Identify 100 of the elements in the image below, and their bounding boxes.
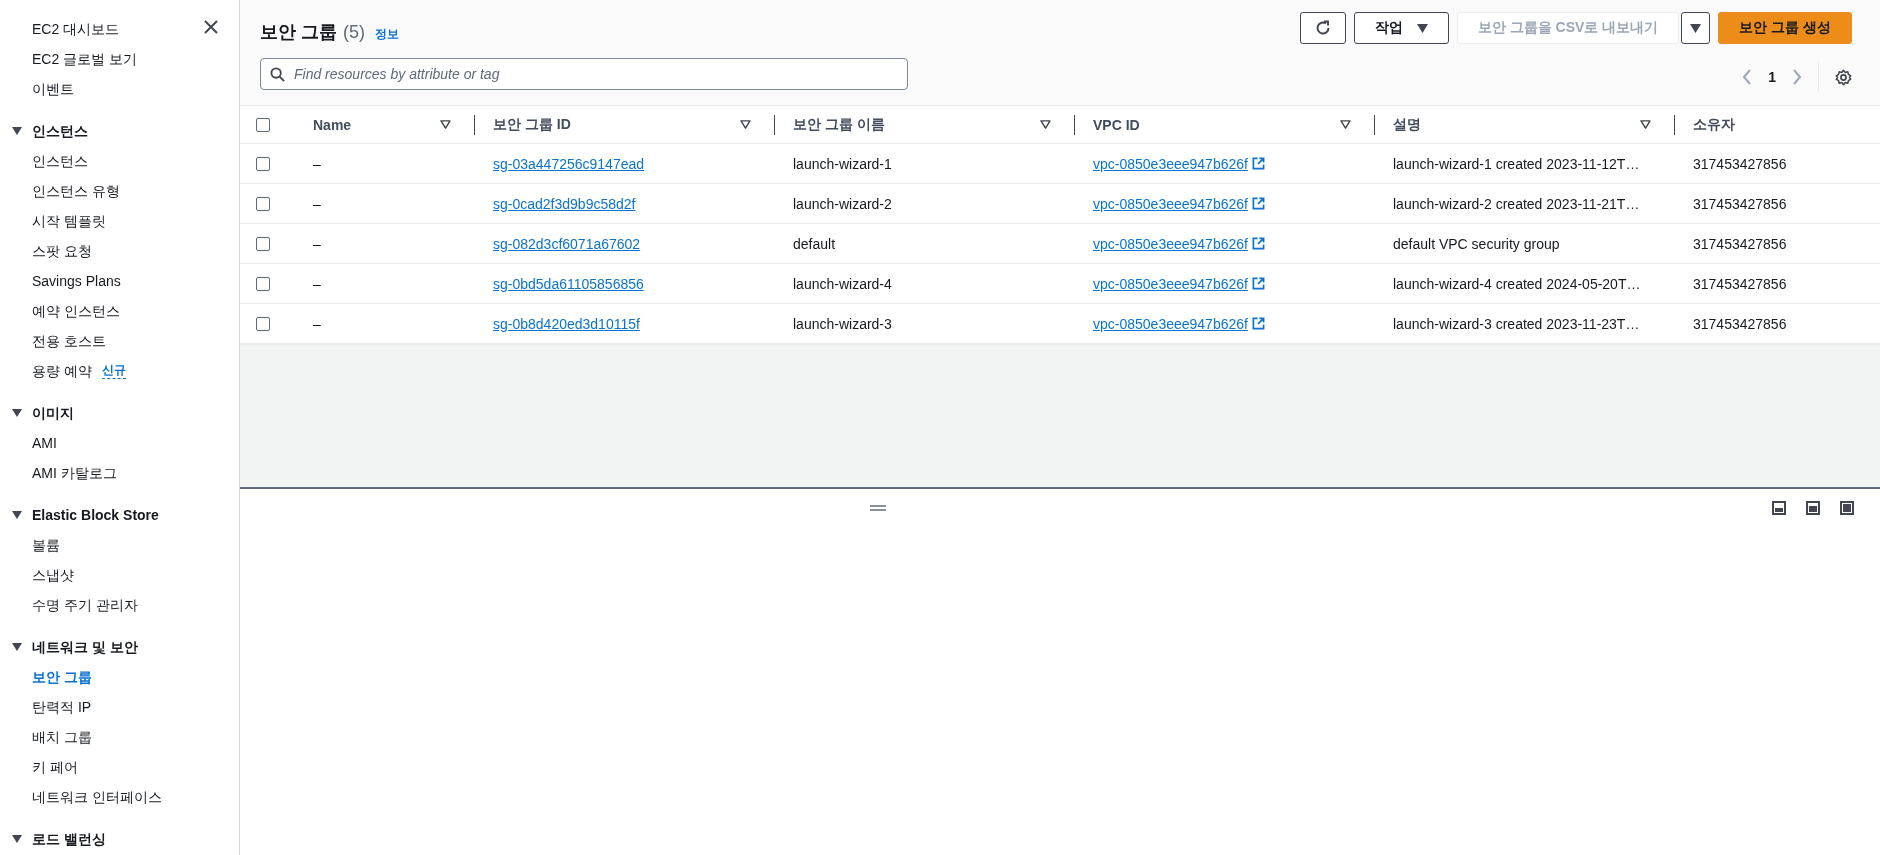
security-group-link[interactable]: sg-0bd5da61105856856	[493, 275, 644, 292]
nav-link[interactable]: 시작 템플릿	[32, 206, 106, 236]
table-cell: –	[313, 275, 321, 292]
search-field[interactable]: Find resources by attribute or tag	[260, 58, 908, 90]
security-group-link[interactable]: sg-03a447256c9147ead	[493, 155, 645, 172]
security-group-link[interactable]: sg-0b8d420ed3d10115f	[493, 315, 640, 332]
nav-section-toggle[interactable]: 로드 밸런싱	[12, 824, 239, 854]
external-link-icon[interactable]	[1251, 277, 1265, 290]
nav-link[interactable]: 전용 호스트	[32, 326, 106, 356]
split-full-icon[interactable]	[1840, 501, 1854, 515]
nav-link[interactable]: Savings Plans	[32, 266, 121, 296]
table-cell: default	[793, 235, 836, 252]
close-icon[interactable]	[203, 19, 219, 35]
nav-link[interactable]: AMI	[32, 428, 57, 458]
nav-link[interactable]: 스냅샷	[32, 560, 74, 590]
table-cell: launch-wizard-1	[793, 155, 892, 172]
row-checkbox[interactable]	[256, 236, 270, 251]
nav-link[interactable]: 키 페어	[32, 752, 78, 782]
caret-icon	[12, 643, 22, 651]
actions-dropdown[interactable]: 작업	[1353, 12, 1449, 44]
nav-link[interactable]: 네트워크 인터페이스	[32, 782, 162, 812]
row-checkbox[interactable]	[256, 196, 270, 211]
external-link-icon[interactable]	[1251, 157, 1265, 170]
nav-link[interactable]: 용량 예약	[32, 356, 92, 386]
split-bottom-icon[interactable]	[1772, 501, 1786, 515]
caret-icon	[12, 511, 22, 519]
caret-icon	[1690, 23, 1702, 33]
column-header[interactable]: 소유자	[1693, 115, 1862, 134]
refresh-button[interactable]	[1299, 12, 1346, 44]
table-cell: –	[313, 315, 321, 332]
sort-icon[interactable]	[1340, 120, 1351, 129]
column-header[interactable]: 보안 그룹 이름	[793, 115, 1040, 134]
external-link-icon[interactable]	[1251, 317, 1265, 330]
table-cell: 317453427856	[1693, 155, 1787, 172]
row-checkbox[interactable]	[256, 316, 270, 331]
table-cell: launch-wizard-1 created 2023-11-12T…	[1393, 155, 1640, 172]
security-group-link[interactable]: sg-0cad2f3d9b9c58d2f	[493, 195, 636, 212]
drag-handle-icon[interactable]	[870, 505, 886, 511]
nav-section-toggle[interactable]: 네트워크 및 보안	[12, 632, 239, 662]
table-cell: launch-wizard-4	[793, 275, 892, 292]
column-header[interactable]: VPC ID	[1093, 116, 1340, 133]
vpc-link[interactable]: vpc-0850e3eee947b626f	[1093, 195, 1248, 212]
vpc-link[interactable]: vpc-0850e3eee947b626f	[1093, 155, 1248, 172]
table-cell: default VPC security group	[1393, 235, 1560, 252]
nav-link[interactable]: 탄력적 IP	[32, 692, 92, 722]
table-cell: 317453427856	[1693, 195, 1787, 212]
sort-icon[interactable]	[1640, 120, 1651, 129]
table-cell: –	[313, 155, 321, 172]
nav-link[interactable]: 보안 그룹	[32, 662, 92, 692]
refresh-icon	[1314, 20, 1331, 36]
row-checkbox[interactable]	[256, 276, 270, 291]
nav-link[interactable]: 스팟 요청	[32, 236, 92, 266]
table-cell: 317453427856	[1693, 275, 1787, 292]
column-header[interactable]: 보안 그룹 ID	[493, 115, 740, 134]
sort-icon[interactable]	[740, 120, 751, 129]
external-link-icon[interactable]	[1251, 197, 1265, 210]
security-group-link[interactable]: sg-082d3cf6071a67602	[493, 235, 641, 252]
page-title: 보안 그룹	[260, 21, 337, 44]
external-link-icon[interactable]	[1251, 237, 1265, 250]
caret-icon	[12, 835, 22, 843]
nav-link[interactable]: AMI 카탈로그	[32, 458, 117, 488]
column-header[interactable]: Name	[313, 116, 440, 133]
nav-link[interactable]: 이벤트	[32, 74, 137, 104]
table-cell: launch-wizard-3	[793, 315, 892, 332]
sort-icon[interactable]	[440, 120, 451, 129]
nav-link[interactable]: 배치 그룹	[32, 722, 92, 752]
table-cell: 317453427856	[1693, 235, 1787, 252]
item-count: (5)	[343, 22, 365, 43]
nav-link[interactable]: 인스턴스	[32, 146, 88, 176]
vpc-link[interactable]: vpc-0850e3eee947b626f	[1093, 315, 1248, 332]
table-cell: launch-wizard-2	[793, 195, 892, 212]
caret-icon	[12, 127, 22, 135]
caret-icon	[12, 409, 22, 417]
nav-link[interactable]: 예약 인스턴스	[32, 296, 120, 326]
table-cell: launch-wizard-3 created 2023-11-23T…	[1393, 315, 1640, 332]
create-button[interactable]: 보안 그룹 생성	[1718, 12, 1852, 44]
split-side-icon[interactable]	[1806, 501, 1820, 515]
sort-icon[interactable]	[1040, 120, 1051, 129]
table-cell: –	[313, 195, 321, 212]
nav-link[interactable]: EC2 대시보드	[32, 14, 137, 44]
nav-link[interactable]: EC2 글로벌 보기	[32, 44, 137, 74]
new-label[interactable]: 신규	[101, 363, 126, 379]
nav-section-toggle[interactable]: 이미지	[12, 398, 239, 428]
vpc-link[interactable]: vpc-0850e3eee947b626f	[1093, 235, 1248, 252]
nav-section-toggle[interactable]: Elastic Block Store	[12, 500, 239, 530]
table-cell: launch-wizard-2 created 2023-11-21T…	[1393, 195, 1640, 212]
table-cell: 317453427856	[1693, 315, 1787, 332]
row-checkbox[interactable]	[256, 156, 270, 171]
nav-link[interactable]: 수명 주기 관리자	[32, 590, 138, 620]
caret-icon	[1416, 23, 1428, 33]
settings-icon[interactable]	[1835, 68, 1852, 86]
column-header[interactable]: 설명	[1393, 115, 1640, 134]
vpc-link[interactable]: vpc-0850e3eee947b626f	[1093, 275, 1248, 292]
nav-link[interactable]: 인스턴스 유형	[32, 176, 120, 206]
select-all-checkbox[interactable]	[256, 117, 270, 132]
dropdown-button[interactable]	[1681, 12, 1711, 44]
nav-section-toggle[interactable]: 인스턴스	[12, 116, 239, 146]
page-number[interactable]: 1	[1768, 69, 1776, 85]
nav-link[interactable]: 볼륨	[32, 530, 60, 560]
info-link[interactable]: 정보	[375, 26, 399, 43]
